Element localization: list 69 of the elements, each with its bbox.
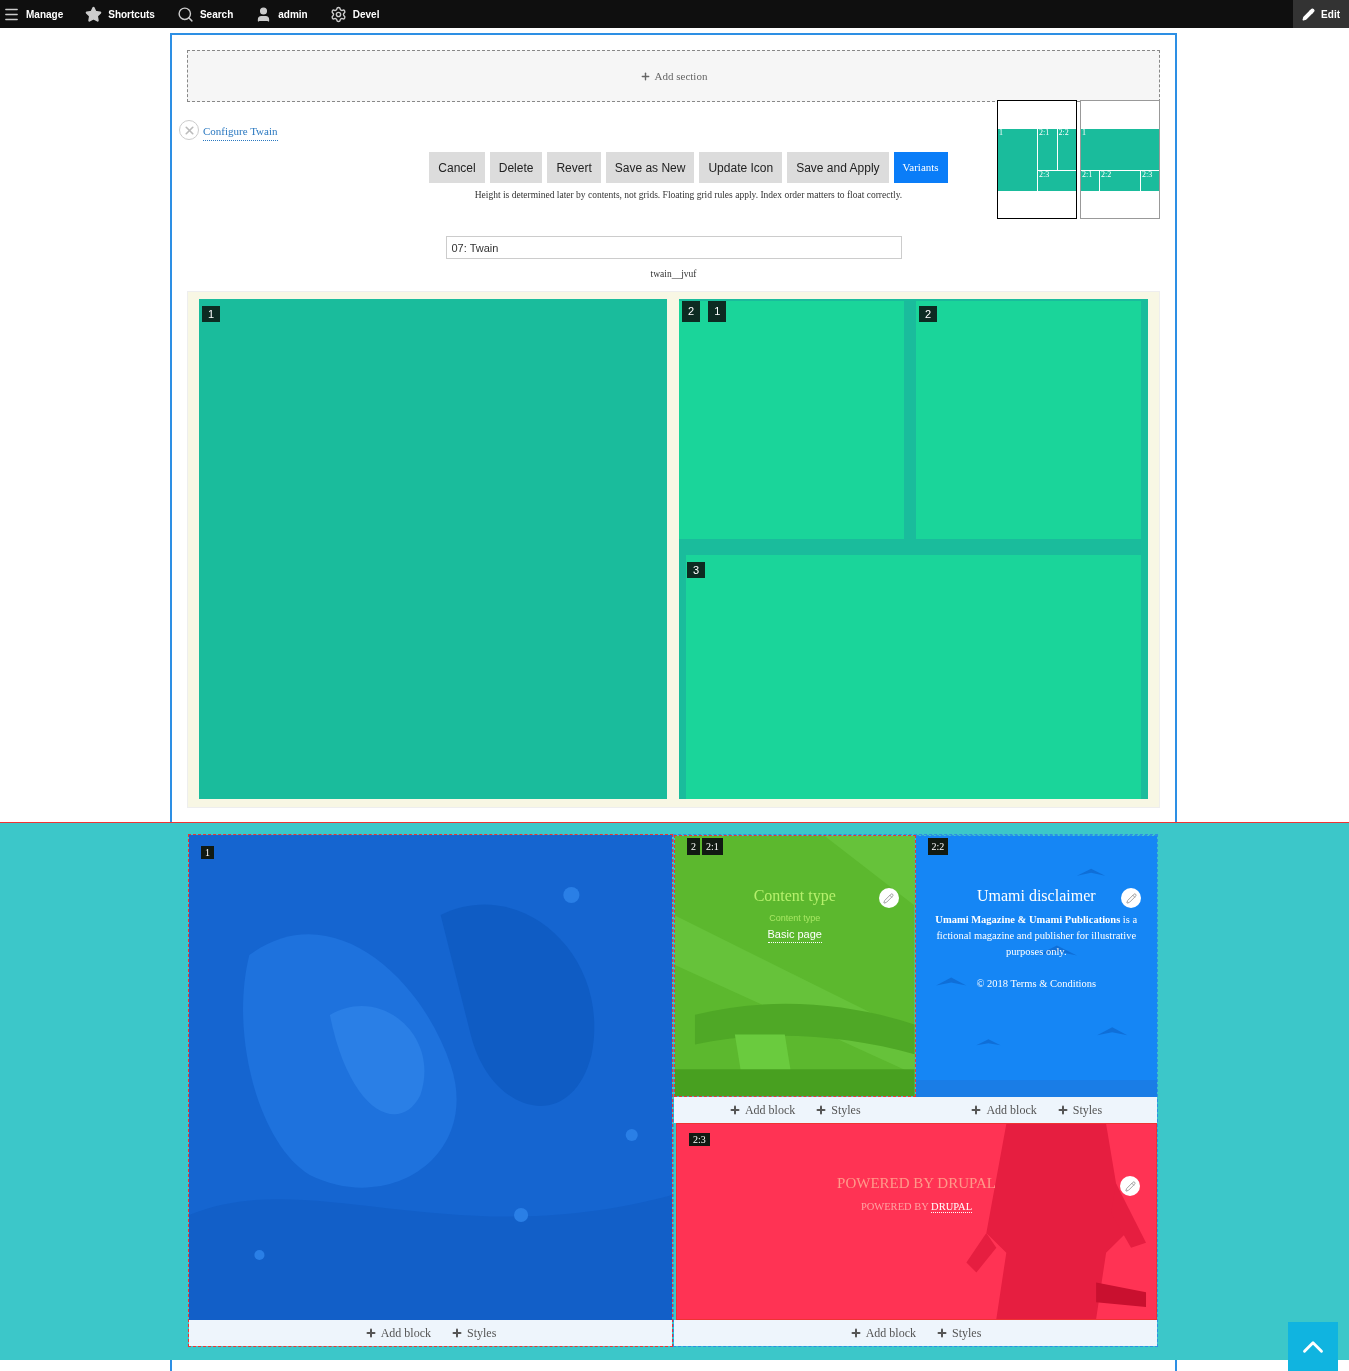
plus-icon (970, 1104, 983, 1116)
region-label: 2 (682, 301, 701, 322)
toolbar-item[interactable]: Search (173, 5, 237, 23)
action-button[interactable]: Cancel (429, 152, 485, 183)
settings-icon (329, 5, 347, 23)
pencil-icon (1124, 1180, 1136, 1192)
add-section-button[interactable]: Add section (187, 50, 1160, 102)
thumbnail-region: 1 (1081, 128, 1159, 170)
search-icon (176, 5, 194, 23)
toolbar-item[interactable]: Devel (326, 5, 383, 23)
pencil-icon (1302, 7, 1316, 21)
pencil-icon (883, 892, 894, 904)
region-label: 2:2 (927, 838, 949, 855)
star-icon (85, 5, 103, 23)
thumbnail-region: 2:1 (1038, 128, 1057, 170)
action-link[interactable]: Add block (970, 1101, 1037, 1119)
region-label: 3 (687, 562, 706, 579)
block-title: POWERED BY DRUPAL (837, 1174, 996, 1193)
region-label: 1 (202, 306, 221, 323)
plus-icon (451, 1327, 463, 1339)
disclaimer-text: Umami Magazine & Umami Publications is a fictional magazine and publisher for illustrative purposes only. (934, 913, 1139, 959)
toolbar-item[interactable]: Manage (0, 5, 67, 23)
region-label: 2 (919, 306, 938, 323)
pencil-icon (1125, 892, 1137, 904)
region-label: 2 (687, 838, 700, 855)
thumbnail-region: 2:2 (1100, 170, 1140, 191)
region-label: 2:3 (689, 1133, 710, 1146)
action-link[interactable]: Add block (364, 1324, 431, 1342)
plus-icon (936, 1327, 948, 1339)
configure-link[interactable]: Configure Twain (203, 123, 278, 141)
action-link[interactable]: Styles (1056, 1101, 1103, 1119)
toolbar-item[interactable]: Shortcuts (82, 5, 158, 23)
action-button[interactable]: Revert (547, 152, 601, 183)
drupal-link[interactable]: DRUPAL (931, 1200, 973, 1213)
thumbnail-region: 2:3 (1038, 170, 1076, 191)
thumbnail-region: 2:2 (1057, 128, 1076, 170)
action-link[interactable]: Styles (936, 1324, 982, 1342)
block-title: Content type (753, 886, 836, 907)
plus-icon (849, 1327, 862, 1339)
region-label: 2:1 (702, 838, 723, 855)
plus-icon (639, 70, 651, 82)
action-button[interactable]: Delete (489, 152, 543, 183)
action-link[interactable]: Add block (728, 1101, 796, 1119)
thumbnail-region: 1 (998, 128, 1037, 191)
thumbnail-region: 2:3 (1141, 170, 1159, 191)
region-label: 1 (201, 846, 214, 859)
action-button[interactable]: Variants (893, 152, 948, 183)
thumbnail-region: 2:1 (1081, 170, 1099, 191)
action-link[interactable]: Styles (451, 1324, 497, 1342)
action-button[interactable]: Update Icon (699, 152, 783, 183)
action-button[interactable]: Save as New (605, 152, 695, 183)
plus-icon (364, 1327, 377, 1339)
plus-icon (728, 1104, 741, 1116)
region-label: 1 (708, 301, 727, 322)
help-text: Height is determined later by contents, not grids. Floating grid rules apply. Index order matters to float correctly. (474, 189, 903, 202)
action-link[interactable]: Add block (849, 1324, 916, 1342)
copyright-text: © 2018 Terms & Conditions (976, 977, 1097, 991)
block-title: Umami disclaimer (976, 886, 1096, 906)
action-button[interactable]: Save and Apply (787, 152, 889, 183)
layout-name-field[interactable]: 07: Twain (445, 236, 902, 259)
toolbar-item[interactable]: admin (252, 5, 311, 23)
field-label: Content type (769, 912, 821, 925)
scroll-to-top-button[interactable] (1288, 1322, 1338, 1371)
plus-icon (1056, 1104, 1069, 1116)
edit-button[interactable]: Edit (1293, 0, 1349, 28)
powered-text: POWERED BY DRUPAL (860, 1199, 973, 1215)
action-link[interactable]: Styles (815, 1101, 861, 1119)
machine-name: twain__jvuf (650, 268, 697, 281)
plus-icon (815, 1104, 828, 1116)
